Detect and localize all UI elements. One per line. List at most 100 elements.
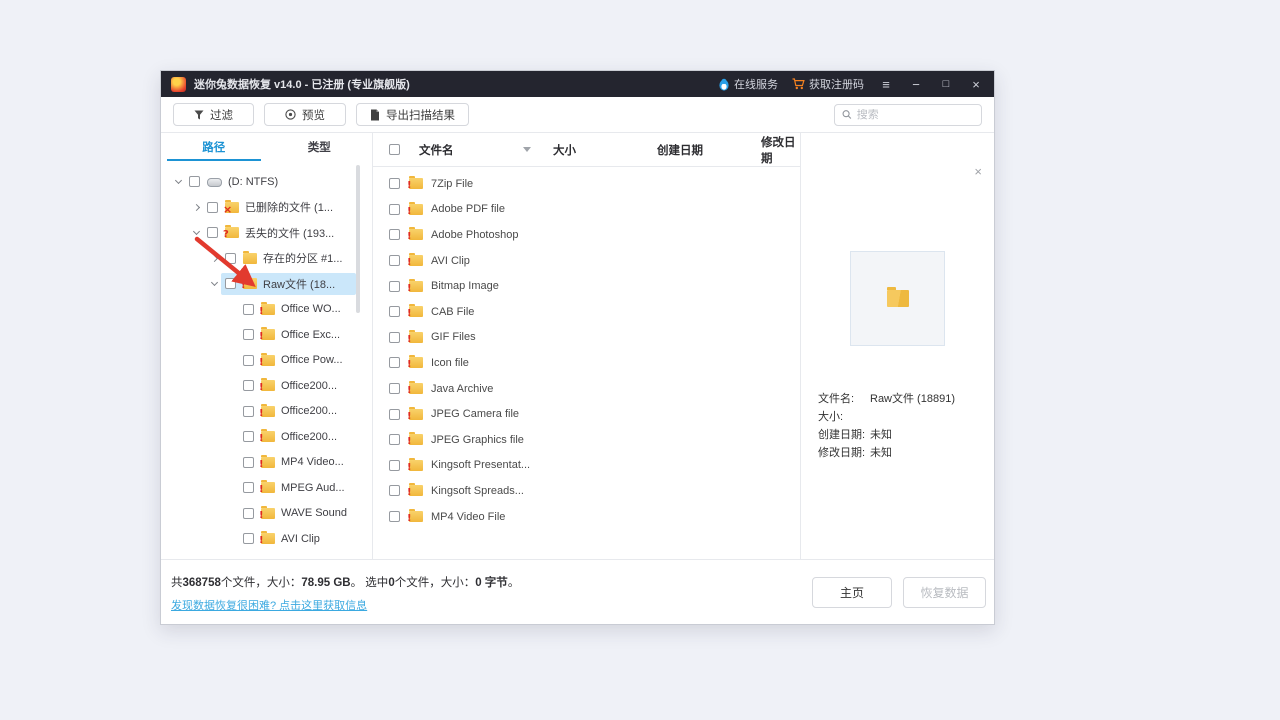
tree-node[interactable]: Raw文件 (18... xyxy=(161,271,372,297)
file-row-label: Kingsoft Spreads... xyxy=(431,485,524,497)
file-row-checkbox[interactable] xyxy=(389,255,400,266)
recover-data-button[interactable]: 恢复数据 xyxy=(903,577,986,608)
tree-node[interactable]: AVI Clip xyxy=(161,526,372,552)
help-link[interactable]: 发现数据恢复很困难? 点击这里获取信息 xyxy=(171,597,367,613)
minimize-button[interactable]: − xyxy=(908,78,924,91)
home-button[interactable]: 主页 xyxy=(812,577,892,608)
file-row-checkbox[interactable] xyxy=(389,281,400,292)
search-box xyxy=(834,104,982,126)
file-row[interactable]: Adobe Photoshop xyxy=(373,222,800,248)
file-row[interactable]: CAB File xyxy=(373,299,800,325)
file-row-checkbox[interactable] xyxy=(389,204,400,215)
column-header-filename-label: 文件名 xyxy=(419,142,454,158)
file-row[interactable]: AVI Clip xyxy=(373,248,800,274)
tree-node[interactable]: Office200... xyxy=(161,424,372,450)
file-row[interactable]: Adobe PDF file xyxy=(373,197,800,223)
tree-node-checkbox[interactable] xyxy=(243,533,254,544)
chevron-down-icon[interactable] xyxy=(207,282,221,285)
folder-ex-icon xyxy=(261,380,275,391)
tree-node[interactable]: Office Pow... xyxy=(161,348,372,374)
summary-segment: 个文件，大小： xyxy=(395,577,476,589)
tree-node[interactable]: (D: NTFS) xyxy=(161,169,372,195)
file-row[interactable]: Kingsoft Spreads... xyxy=(373,478,800,504)
get-registration-code-button[interactable]: 获取注册码 xyxy=(792,76,864,92)
tab-path[interactable]: 路径 xyxy=(161,133,267,161)
tree-node-label: Office200... xyxy=(281,380,337,392)
maximize-button[interactable]: □ xyxy=(938,79,954,90)
tree-node-label: Office200... xyxy=(281,405,337,417)
column-header-modified[interactable]: 修改日期 xyxy=(761,134,800,166)
tree-node[interactable]: Office200... xyxy=(161,373,372,399)
file-row[interactable]: Java Archive xyxy=(373,376,800,402)
tree-node[interactable]: 存在的分区 #1... xyxy=(161,246,372,272)
export-scan-results-button[interactable]: 导出扫描结果 xyxy=(356,103,469,126)
online-service-button[interactable]: 在线服务 xyxy=(718,76,778,92)
tree-scrollbar-thumb[interactable] xyxy=(356,165,360,313)
tree-node-checkbox[interactable] xyxy=(243,329,254,340)
menu-button[interactable]: ≡ xyxy=(878,78,894,91)
search-input[interactable] xyxy=(857,109,974,121)
tree-node-checkbox[interactable] xyxy=(189,176,200,187)
chevron-right-icon[interactable] xyxy=(207,256,221,261)
file-row-checkbox[interactable] xyxy=(389,332,400,343)
tree-node-checkbox[interactable] xyxy=(243,482,254,493)
file-row-checkbox[interactable] xyxy=(389,434,400,445)
file-row-label: 7Zip File xyxy=(431,178,473,190)
file-row[interactable]: Icon file xyxy=(373,350,800,376)
filter-button[interactable]: 过滤 xyxy=(173,103,254,126)
chevron-right-icon[interactable] xyxy=(189,205,203,210)
close-button[interactable]: × xyxy=(968,78,984,91)
file-row[interactable]: Bitmap Image xyxy=(373,273,800,299)
file-row-checkbox[interactable] xyxy=(389,357,400,368)
tree-node[interactable]: WAVE Sound xyxy=(161,501,372,527)
column-header-size[interactable]: 大小 xyxy=(553,142,657,158)
file-row-checkbox[interactable] xyxy=(389,383,400,394)
tree-node[interactable]: Office WO... xyxy=(161,297,372,323)
folder-ex-icon xyxy=(409,229,423,240)
file-row[interactable]: JPEG Graphics file xyxy=(373,427,800,453)
tree-node[interactable]: MPEG Aud... xyxy=(161,475,372,501)
tab-type[interactable]: 类型 xyxy=(267,133,373,161)
file-row-checkbox[interactable] xyxy=(389,460,400,471)
tree-node-checkbox[interactable] xyxy=(225,278,236,289)
tree-node-label: AVI Clip xyxy=(281,533,320,545)
folder-ex-icon xyxy=(409,306,423,317)
tree-node-checkbox[interactable] xyxy=(243,380,254,391)
file-row-checkbox[interactable] xyxy=(389,306,400,317)
file-row[interactable]: MP4 Video File xyxy=(373,504,800,530)
file-row[interactable]: GIF Files xyxy=(373,325,800,351)
file-row-checkbox[interactable] xyxy=(389,511,400,522)
file-row[interactable]: JPEG Camera file xyxy=(373,401,800,427)
file-row[interactable]: 7Zip File xyxy=(373,171,800,197)
tree-node-checkbox[interactable] xyxy=(243,304,254,315)
file-row[interactable]: Kingsoft Presentat... xyxy=(373,453,800,479)
preview-close-icon[interactable]: × xyxy=(974,165,982,178)
file-row-checkbox[interactable] xyxy=(389,485,400,496)
file-row-checkbox[interactable] xyxy=(389,409,400,420)
select-all-checkbox[interactable] xyxy=(389,144,400,155)
tree-node-checkbox[interactable] xyxy=(243,431,254,442)
tree-node[interactable]: Office200... xyxy=(161,399,372,425)
tree-node[interactable]: 丢失的文件 (193... xyxy=(161,220,372,246)
chevron-down-icon[interactable] xyxy=(189,231,203,234)
column-header-created[interactable]: 创建日期 xyxy=(657,142,761,158)
window-title: 迷你兔数据恢复 v14.0 - 已注册 (专业旗舰版) xyxy=(194,76,410,92)
tree-node-checkbox[interactable] xyxy=(207,202,218,213)
preview-button[interactable]: 预览 xyxy=(264,103,346,126)
tree-node[interactable]: MP4 Video... xyxy=(161,450,372,476)
column-header-filename[interactable]: 文件名 xyxy=(419,142,553,158)
tree-node-checkbox[interactable] xyxy=(225,253,236,264)
file-row-label: Bitmap Image xyxy=(431,280,499,292)
tree-node-label: Office WO... xyxy=(281,303,341,315)
folder-ex-icon xyxy=(261,406,275,417)
tree-node[interactable]: Office Exc... xyxy=(161,322,372,348)
tree-node[interactable]: 已删除的文件 (1... xyxy=(161,195,372,221)
tree-node-checkbox[interactable] xyxy=(243,508,254,519)
tree-node-checkbox[interactable] xyxy=(207,227,218,238)
chevron-down-icon[interactable] xyxy=(171,180,185,183)
tree-node-checkbox[interactable] xyxy=(243,355,254,366)
file-row-checkbox[interactable] xyxy=(389,229,400,240)
tree-node-checkbox[interactable] xyxy=(243,406,254,417)
tree-node-checkbox[interactable] xyxy=(243,457,254,468)
file-row-checkbox[interactable] xyxy=(389,178,400,189)
